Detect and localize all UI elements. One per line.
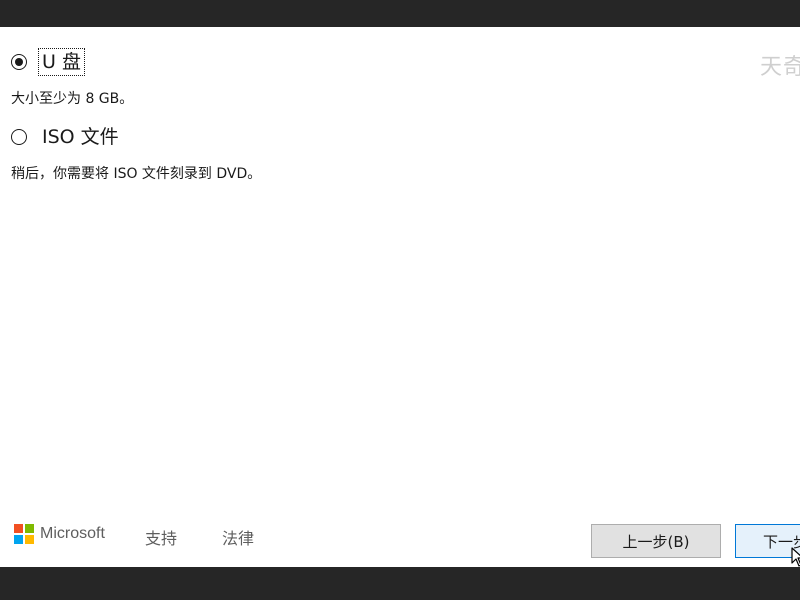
top-frame-bar xyxy=(0,0,800,27)
microsoft-logo: Microsoft xyxy=(14,524,105,544)
back-button[interactable]: 上一步(B) xyxy=(591,524,721,558)
bottom-frame-bar xyxy=(0,567,800,600)
microsoft-brand-text: Microsoft xyxy=(40,525,105,542)
iso-file-radio[interactable] xyxy=(11,129,27,145)
iso-file-option[interactable]: ISO 文件 xyxy=(11,124,122,150)
watermark: 天奇 xyxy=(759,55,800,80)
legal-link[interactable]: 法律 xyxy=(222,525,254,549)
usb-drive-option[interactable]: U 盘 xyxy=(11,48,85,76)
usb-drive-radio[interactable] xyxy=(11,54,27,70)
support-link[interactable]: 支持 xyxy=(145,525,177,549)
mouse-cursor-icon xyxy=(791,547,800,567)
microsoft-logo-icon xyxy=(14,524,34,544)
iso-file-label[interactable]: ISO 文件 xyxy=(39,124,122,150)
media-creation-window: 天奇 U 盘 大小至少为 8 GB。 ISO 文件 稍后，你需要将 ISO 文件… xyxy=(0,27,800,567)
usb-drive-label[interactable]: U 盘 xyxy=(38,48,85,76)
radio-selected-dot xyxy=(15,58,23,66)
usb-drive-description: 大小至少为 8 GB。 xyxy=(11,91,134,107)
iso-file-description: 稍后，你需要将 ISO 文件刻录到 DVD。 xyxy=(11,166,262,182)
